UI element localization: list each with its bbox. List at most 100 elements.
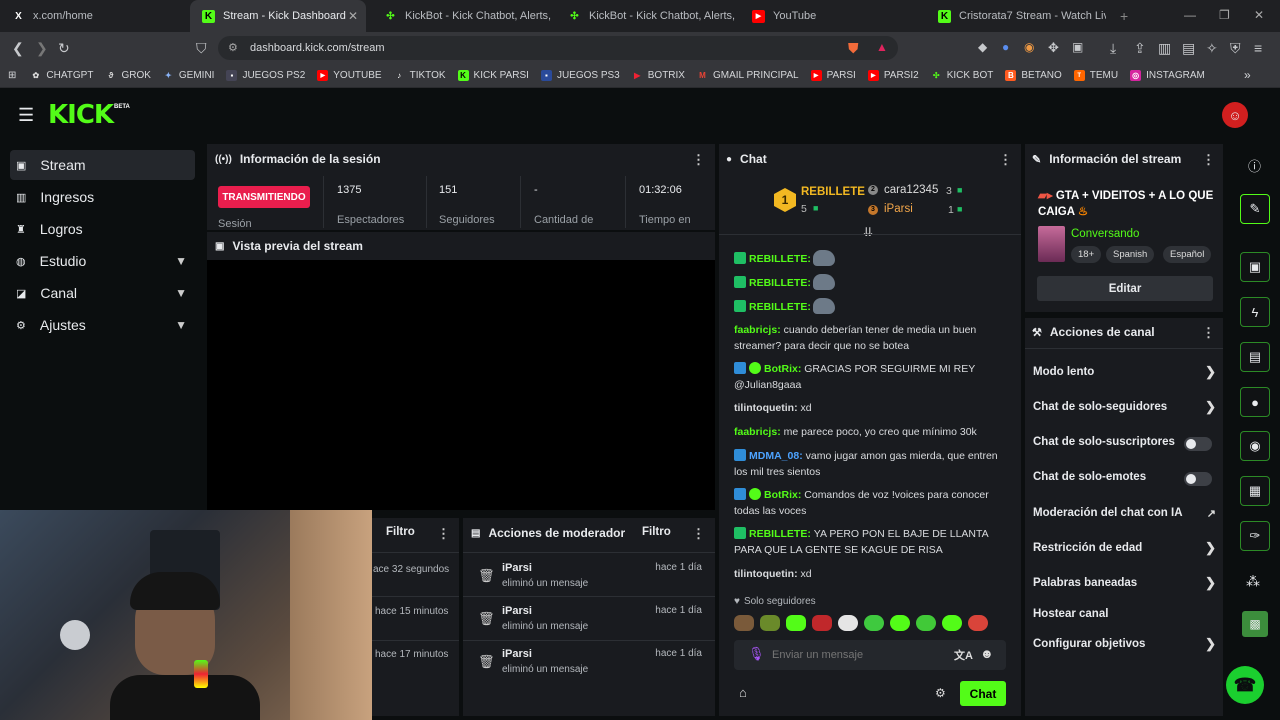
bookmark-grok[interactable]: ϑ GROK bbox=[105, 70, 151, 81]
emote-icon[interactable] bbox=[890, 615, 910, 631]
share-icon[interactable]: ⇪ bbox=[1134, 40, 1146, 57]
action-slow-mode[interactable]: Modo lento ❯ bbox=[1033, 364, 1218, 379]
back-icon[interactable]: ❮ bbox=[12, 40, 24, 57]
forward-icon[interactable]: ❯ bbox=[36, 40, 48, 57]
store-icon[interactable]: ⌂ bbox=[739, 685, 747, 700]
moderator-menu-icon[interactable]: ⋮ bbox=[692, 526, 705, 542]
extension-icon-1[interactable]: ◆ bbox=[978, 40, 987, 54]
action-age-restriction[interactable]: Restricción de edad ❯ bbox=[1033, 540, 1218, 555]
stream-preview-video[interactable] bbox=[207, 260, 715, 510]
chat-username[interactable]: REBILLETE bbox=[749, 528, 807, 540]
chat-username[interactable]: REBILLETE bbox=[749, 253, 807, 265]
menu-icon[interactable]: ≡ bbox=[1254, 40, 1262, 56]
tab-x[interactable]: X x.com/home bbox=[0, 0, 186, 32]
download-icon[interactable]: ⤓ bbox=[1110, 40, 1116, 57]
bookmark-juegos-ps2[interactable]: ▪ JUEGOS PS2 bbox=[226, 70, 305, 81]
sidebar-item-ajustes[interactable]: ⚙ Ajustes ▼ bbox=[10, 310, 195, 340]
emotes-only-toggle[interactable] bbox=[1184, 472, 1212, 486]
close-window-icon[interactable]: ✕ bbox=[1254, 8, 1264, 22]
subscribers-only-toggle[interactable] bbox=[1184, 437, 1212, 451]
emote-icon[interactable] bbox=[760, 615, 780, 631]
action-host-channel[interactable]: Hostear canal bbox=[1033, 608, 1218, 620]
action-configure-goals[interactable]: Configurar objetivos ❯ bbox=[1033, 636, 1218, 651]
edit-rail-icon[interactable]: ✎ bbox=[1240, 194, 1270, 224]
emoji-icon[interactable]: ☻ bbox=[980, 646, 994, 661]
pin-icon[interactable]: ⇊ bbox=[863, 225, 873, 239]
emote-icon[interactable] bbox=[968, 615, 988, 631]
emote-icon[interactable] bbox=[838, 615, 858, 631]
bookmark-temu[interactable]: T TEMU bbox=[1073, 70, 1118, 81]
microphone-icon[interactable]: 🎙 bbox=[748, 646, 765, 662]
second-gifter-name[interactable]: cara12345 bbox=[884, 184, 938, 196]
category-name[interactable]: Conversando bbox=[1071, 228, 1139, 240]
bolt-rail-icon[interactable]: ϟ bbox=[1240, 297, 1270, 327]
bookmark-instagram[interactable]: ◎ INSTAGRAM bbox=[1130, 70, 1205, 81]
sidebar-item-logros[interactable]: ♜ Logros bbox=[10, 214, 195, 244]
apps-icon[interactable]: ⊞ bbox=[8, 70, 16, 81]
vpn-icon[interactable]: ⛨ bbox=[1230, 40, 1241, 57]
chat-rail-icon[interactable]: ● bbox=[1240, 387, 1270, 417]
brave-rewards-icon[interactable]: ▲ bbox=[876, 40, 888, 54]
emote-icon[interactable] bbox=[916, 615, 936, 631]
action-banned-words[interactable]: Palabras baneadas ❯ bbox=[1033, 575, 1218, 590]
sidebar-item-stream[interactable]: ▣ Stream bbox=[10, 150, 195, 180]
emote-icon[interactable] bbox=[864, 615, 884, 631]
chat-username[interactable]: BotRix bbox=[764, 489, 798, 501]
bookmark-tiktok[interactable]: ♪ TIKTOK bbox=[394, 70, 445, 81]
chat-username[interactable]: REBILLETE bbox=[749, 301, 807, 313]
chat-input[interactable] bbox=[772, 645, 932, 665]
close-tab-icon[interactable]: ✕ bbox=[348, 9, 358, 23]
minimize-icon[interactable]: — bbox=[1184, 8, 1196, 22]
avatar[interactable]: ☺ bbox=[1222, 102, 1248, 128]
moderator-user[interactable]: iParsi bbox=[502, 605, 532, 617]
action-followers-only[interactable]: Chat de solo-seguidores ❯ bbox=[1033, 399, 1218, 414]
bookmark-parsi2[interactable]: ▶ PARSI2 bbox=[867, 70, 919, 81]
sidebar-item-estudio[interactable]: ◍ Estudio ▼ bbox=[10, 246, 195, 276]
extension-icon-4[interactable]: ▣ bbox=[1072, 40, 1083, 54]
bookmark-kick-parsi[interactable]: K KICK PARSI bbox=[457, 70, 529, 81]
leo-ai-icon[interactable]: ✧ bbox=[1206, 40, 1218, 57]
sidebar-item-ingresos[interactable]: ▥ Ingresos bbox=[10, 182, 195, 212]
chat-menu-icon[interactable]: ⋮ bbox=[999, 152, 1012, 168]
moderator-filter-button[interactable]: Filtro bbox=[642, 526, 671, 538]
preview-rail-icon[interactable]: ▣ bbox=[1240, 252, 1270, 282]
layout-rail-icon[interactable]: ▦ bbox=[1240, 476, 1270, 506]
top-gifter-name[interactable]: REBILLETE bbox=[801, 186, 865, 198]
tab-cristorata[interactable]: K Cristorata7 Stream - Watch Live on bbox=[926, 0, 1106, 32]
tab-kick-dashboard[interactable]: K Stream - Kick Dashboard ✕ bbox=[190, 0, 366, 32]
chat-settings-gear-icon[interactable]: ⚙ bbox=[935, 686, 946, 700]
emote-icon[interactable] bbox=[734, 615, 754, 631]
support-headset-icon[interactable]: ☎ bbox=[1226, 666, 1264, 704]
bookmark-gemini[interactable]: ✦ GEMINI bbox=[163, 70, 214, 81]
translate-icon[interactable]: 文A bbox=[954, 647, 973, 663]
hamburger-menu-icon[interactable]: ☰ bbox=[18, 105, 34, 126]
stream-info-menu-icon[interactable]: ⋮ bbox=[1202, 152, 1215, 168]
activity-filter-button[interactable]: Filtro bbox=[386, 526, 415, 538]
send-chat-button[interactable]: Chat bbox=[960, 681, 1006, 706]
extension-icon-3[interactable]: ◉ bbox=[1024, 40, 1034, 54]
sidebar-item-canal[interactable]: ◪ Canal ▼ bbox=[10, 278, 195, 308]
tab-kickbot-1[interactable]: ✣ KickBot - Kick Chatbot, Alerts, TTS bbox=[372, 0, 552, 32]
bookmark-juegos-ps3[interactable]: ▪ JUEGOS PS3 bbox=[540, 70, 620, 81]
maximize-icon[interactable]: ❐ bbox=[1219, 8, 1230, 22]
chat-username[interactable]: faabricjs bbox=[734, 324, 777, 336]
bookmark-youtube[interactable]: ▶ YOUTUBE bbox=[317, 70, 382, 81]
bookmark-botrix[interactable]: ▶ BOTRIX bbox=[632, 70, 685, 81]
category-thumbnail[interactable] bbox=[1038, 226, 1065, 262]
kick-logo[interactable]: KICK bbox=[48, 100, 114, 130]
emote-icon[interactable] bbox=[812, 615, 832, 631]
address-bar[interactable]: ⚙ dashboard.kick.com/stream bbox=[218, 36, 898, 60]
chat-username[interactable]: faabricjs bbox=[734, 426, 777, 438]
moderator-user[interactable]: iParsi bbox=[502, 562, 532, 574]
bookmark-icon[interactable]: ⛉ bbox=[196, 40, 207, 57]
share-nodes-icon[interactable]: ⁂ bbox=[1246, 573, 1260, 590]
wrench-rail-icon[interactable]: ✑ bbox=[1240, 521, 1270, 551]
tab-youtube[interactable]: ▶ YouTube bbox=[740, 0, 920, 32]
chat-username[interactable]: REBILLETE bbox=[749, 277, 807, 289]
chat-username[interactable]: BotRix bbox=[764, 363, 798, 375]
channel-actions-menu-icon[interactable]: ⋮ bbox=[1202, 325, 1215, 341]
bookmark-betano[interactable]: B BETANO bbox=[1005, 70, 1062, 81]
tab-kickbot-2[interactable]: ✣ KickBot - Kick Chatbot, Alerts, TTS bbox=[556, 0, 736, 32]
new-tab-icon[interactable]: + bbox=[1120, 8, 1128, 24]
reload-icon[interactable]: ↻ bbox=[58, 40, 70, 57]
